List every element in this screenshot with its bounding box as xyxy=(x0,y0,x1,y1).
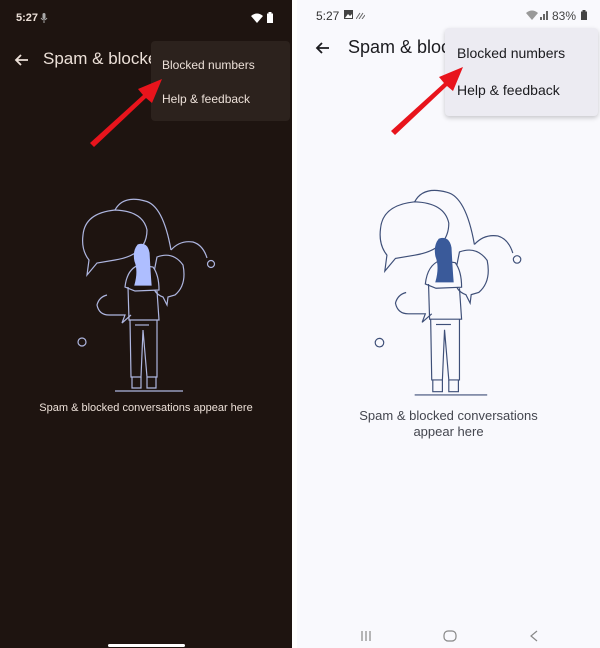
menu-item-help-feedback[interactable]: Help & feedback xyxy=(457,82,560,98)
menu-item-blocked-numbers[interactable]: Blocked numbers xyxy=(457,45,565,61)
empty-state-illustration xyxy=(77,198,216,392)
home-gesture-handle[interactable] xyxy=(108,644,185,647)
menu-item-help-feedback[interactable]: Help & feedback xyxy=(162,92,250,106)
wifi-icon xyxy=(251,13,263,23)
signal-activity-icon xyxy=(356,12,365,19)
recent-apps-icon[interactable] xyxy=(360,630,372,642)
empty-state-message: Spam & blocked conversations appear here xyxy=(39,402,253,414)
back-arrow-icon[interactable] xyxy=(12,50,32,70)
empty-state-line-1: Spam & blocked conversations xyxy=(359,408,538,423)
gallery-icon xyxy=(344,10,353,19)
wifi-icon xyxy=(526,10,538,20)
nav-bar xyxy=(297,608,600,648)
battery-icon xyxy=(581,10,587,20)
status-bar: 5:27 xyxy=(0,0,292,36)
empty-state-line-2: appear here xyxy=(413,424,484,439)
cell-signal-icon xyxy=(540,11,548,20)
status-time: 5:27 xyxy=(316,9,340,23)
back-nav-icon[interactable] xyxy=(529,630,539,642)
annotation-arrow xyxy=(391,67,463,135)
annotation-arrow xyxy=(90,79,162,147)
dark-mode-screen: 5:27 Spam & blocked Blocked numbers Help… xyxy=(0,0,292,648)
battery-percent: 83% xyxy=(552,9,577,23)
empty-state-illustration xyxy=(374,189,522,396)
overflow-menu: Blocked numbers Help & feedback xyxy=(151,41,290,121)
back-arrow-icon[interactable] xyxy=(313,38,333,58)
status-time: 5:27 xyxy=(16,12,39,24)
light-mode-screen: 5:27 83% Spam & blocked Blocked numbers … xyxy=(297,0,600,648)
page-title: Spam & blocked xyxy=(43,49,167,68)
menu-item-blocked-numbers[interactable]: Blocked numbers xyxy=(162,58,255,72)
home-icon[interactable] xyxy=(443,630,457,642)
mic-icon xyxy=(40,13,48,23)
battery-icon xyxy=(267,12,273,23)
gesture-nav-bar xyxy=(0,608,292,648)
empty-state-message: Spam & blocked conversations appear here xyxy=(297,408,600,440)
